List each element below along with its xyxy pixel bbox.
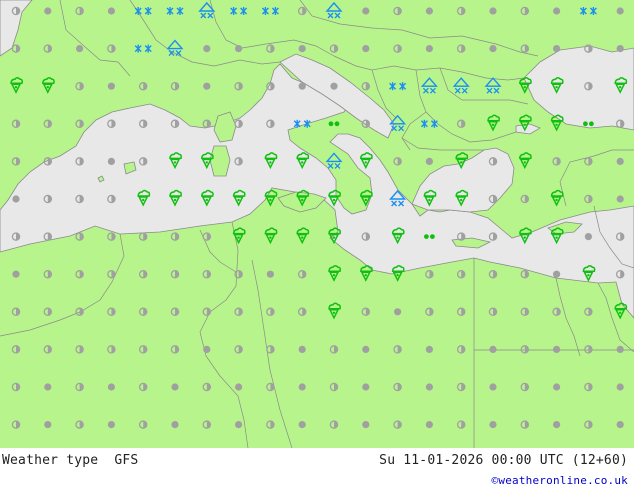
dry-dot-symbol bbox=[425, 383, 433, 391]
dry-dot-symbol bbox=[553, 421, 561, 429]
dry-dot-symbol bbox=[489, 421, 497, 429]
dry-dot-symbol bbox=[553, 45, 561, 53]
product-label: Weather type GFS bbox=[2, 453, 139, 468]
dry-dot-symbol bbox=[553, 270, 561, 278]
dry-dot-symbol bbox=[584, 233, 592, 241]
dry-dot-symbol bbox=[76, 45, 84, 53]
dry-dot-symbol bbox=[616, 383, 624, 391]
valid-time-label: Su 11-01-2026 00:00 UTC (12+60) bbox=[379, 453, 628, 468]
dry-dot-symbol bbox=[235, 421, 243, 429]
dry-dot-symbol bbox=[330, 82, 338, 90]
map-footer: Weather type GFS Su 11-01-2026 00:00 UTC… bbox=[0, 448, 634, 490]
dry-dot-symbol bbox=[362, 383, 370, 391]
dry-dot-symbol bbox=[298, 383, 306, 391]
dry-dot-symbol bbox=[203, 45, 211, 53]
dry-dot-symbol bbox=[425, 7, 433, 15]
dry-dot-symbol bbox=[616, 345, 624, 353]
dry-dot-symbol bbox=[362, 45, 370, 53]
dry-dot-symbol bbox=[266, 270, 274, 278]
dry-dot-symbol bbox=[44, 383, 52, 391]
dry-dot-symbol bbox=[298, 421, 306, 429]
weather-map bbox=[0, 0, 634, 448]
dry-dot-symbol bbox=[298, 45, 306, 53]
dry-dot-symbol bbox=[298, 82, 306, 90]
dry-dot-symbol bbox=[425, 157, 433, 165]
dry-dot-symbol bbox=[553, 7, 561, 15]
dry-dot-symbol bbox=[616, 195, 624, 203]
dry-dot-symbol bbox=[616, 157, 624, 165]
dry-dot-symbol bbox=[553, 345, 561, 353]
dry-dot-symbol bbox=[171, 383, 179, 391]
dry-dot-symbol bbox=[616, 45, 624, 53]
dry-dot-symbol bbox=[171, 421, 179, 429]
dry-dot-symbol bbox=[203, 345, 211, 353]
dry-dot-symbol bbox=[553, 383, 561, 391]
dry-dot-symbol bbox=[425, 45, 433, 53]
dry-dot-symbol bbox=[107, 7, 115, 15]
dry-dot-symbol bbox=[12, 195, 20, 203]
dry-dot-symbol bbox=[298, 345, 306, 353]
dry-dot-symbol bbox=[107, 383, 115, 391]
credit-label: ©weatheronline.co.uk bbox=[491, 474, 628, 487]
dry-dot-symbol bbox=[425, 421, 433, 429]
dry-dot-symbol bbox=[44, 421, 52, 429]
dry-dot-symbol bbox=[616, 421, 624, 429]
dry-dot-symbol bbox=[235, 383, 243, 391]
dry-dot-symbol bbox=[44, 7, 52, 15]
dry-dot-symbol bbox=[107, 82, 115, 90]
dry-dot-symbol bbox=[489, 345, 497, 353]
dry-dot-symbol bbox=[489, 7, 497, 15]
dry-dot-symbol bbox=[235, 45, 243, 53]
dry-dot-symbol bbox=[107, 421, 115, 429]
dry-dot-symbol bbox=[362, 7, 370, 15]
dry-dot-symbol bbox=[203, 82, 211, 90]
dry-dot-symbol bbox=[489, 383, 497, 391]
dry-dot-symbol bbox=[616, 7, 624, 15]
dry-dot-symbol bbox=[362, 345, 370, 353]
dry-dot-symbol bbox=[12, 270, 20, 278]
dry-dot-symbol bbox=[425, 345, 433, 353]
dry-dot-symbol bbox=[362, 421, 370, 429]
dry-dot-symbol bbox=[394, 308, 402, 316]
dry-dot-symbol bbox=[489, 45, 497, 53]
dry-dot-symbol bbox=[107, 157, 115, 165]
